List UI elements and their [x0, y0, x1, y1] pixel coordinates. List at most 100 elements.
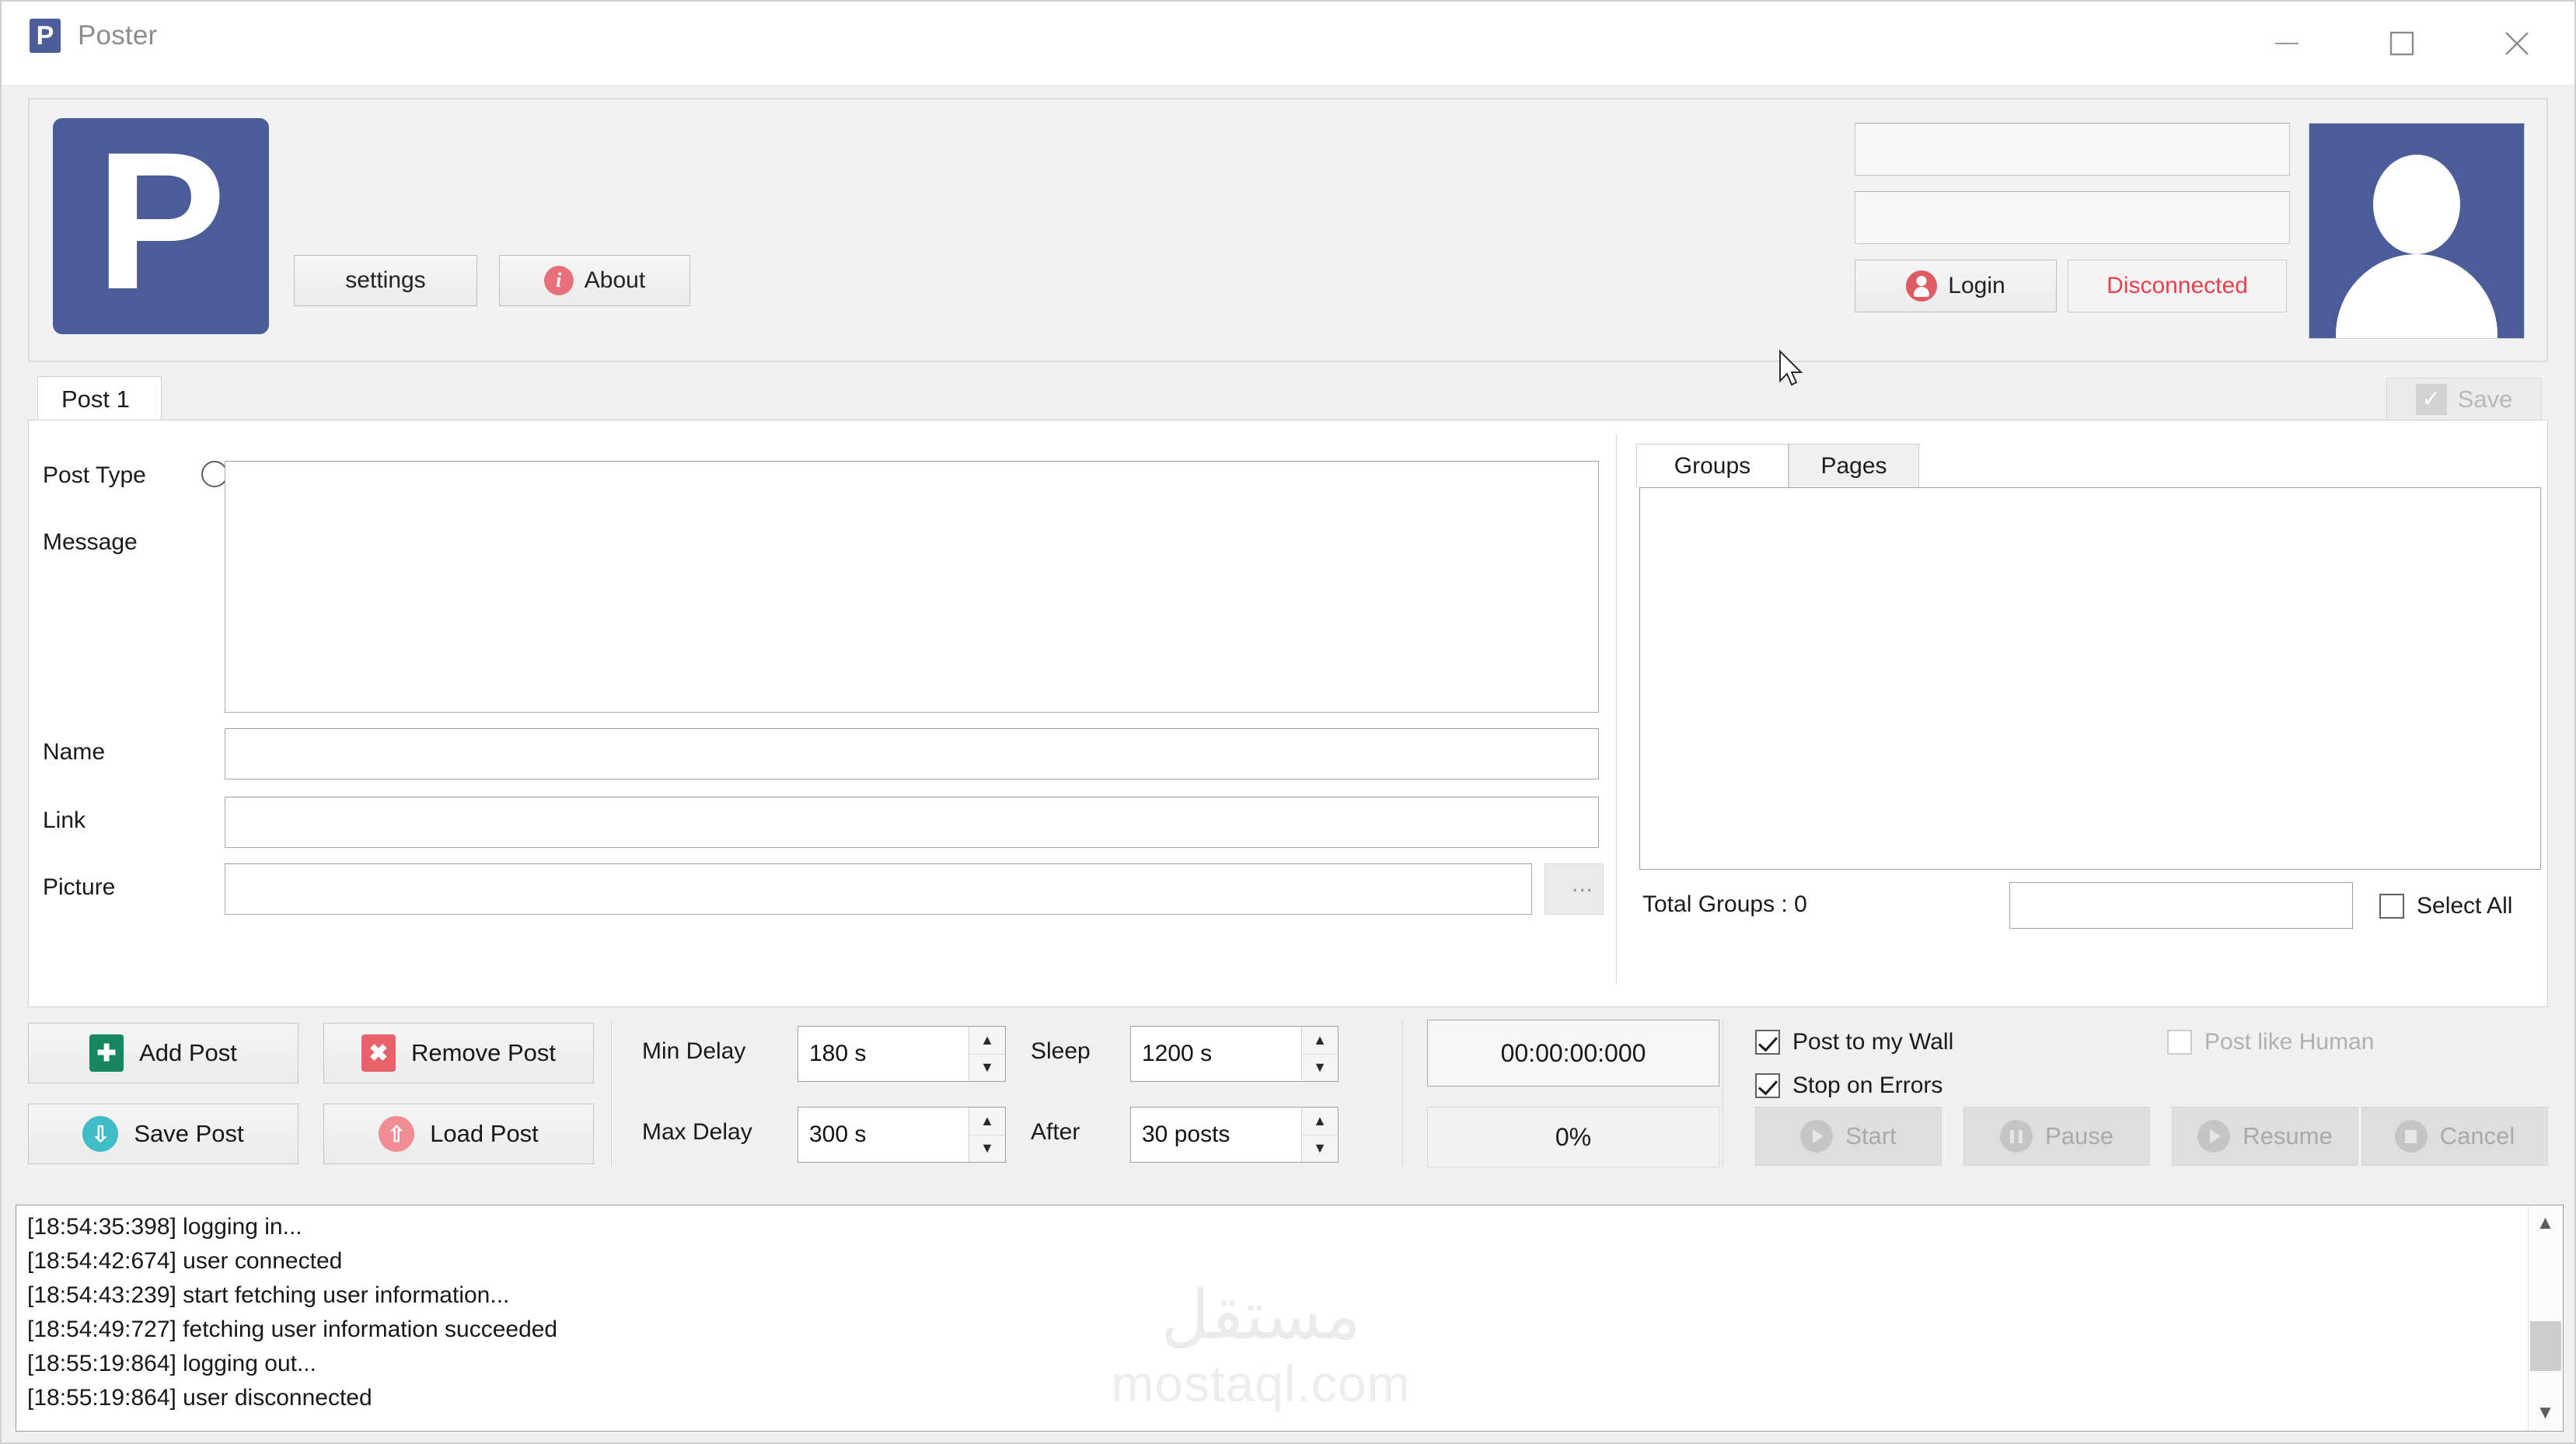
resume-label: Resume	[2243, 1122, 2332, 1150]
window-controls	[2229, 2, 2574, 85]
toolbar-divider	[1402, 1020, 1403, 1167]
chevron-down-icon[interactable]: ▼	[969, 1055, 1005, 1082]
app-icon: P	[30, 19, 61, 53]
checkbox-icon	[2167, 1030, 2192, 1055]
stop-on-errors-checkbox[interactable]: Stop on Errors	[1755, 1073, 1942, 1099]
start-label: Start	[1845, 1122, 1896, 1150]
chevron-down-icon[interactable]: ▼	[969, 1135, 1005, 1163]
elapsed-timer: 00:00:00:000	[1427, 1020, 1719, 1086]
load-post-label: Load Post	[430, 1120, 539, 1148]
tab-post-1-label: Post 1	[61, 385, 130, 413]
close-icon	[2502, 29, 2532, 58]
chevron-down-icon[interactable]: ▼	[1302, 1055, 1338, 1082]
log-output-panel[interactable]: [18:54:35:398] logging in... [18:54:42:6…	[16, 1205, 2564, 1432]
save-button[interactable]: ✓ Save	[2386, 378, 2542, 421]
app-logo: P	[53, 118, 269, 334]
pause-button[interactable]: Pause	[1963, 1107, 2150, 1166]
sleep-spin-buttons[interactable]: ▲ ▼	[1301, 1027, 1338, 1081]
close-button[interactable]	[2459, 2, 2574, 85]
check-icon: ✓	[2416, 384, 2447, 415]
minimize-button[interactable]	[2229, 2, 2344, 85]
total-groups-label: Total Groups : 0	[1642, 891, 1807, 918]
checkbox-icon	[2379, 894, 2404, 919]
max-delay-stepper[interactable]: 300 s ▲ ▼	[798, 1107, 1006, 1163]
after-spin-buttons[interactable]: ▲ ▼	[1301, 1107, 1338, 1162]
add-post-label: Add Post	[139, 1039, 237, 1067]
load-post-button[interactable]: ⇧ Load Post	[323, 1104, 594, 1164]
resume-button[interactable]: Resume	[2172, 1107, 2358, 1166]
remove-post-label: Remove Post	[411, 1039, 556, 1067]
login-button[interactable]: Login	[1855, 260, 2057, 312]
min-delay-stepper[interactable]: 180 s ▲ ▼	[798, 1026, 1006, 1082]
tab-pages[interactable]: Pages	[1789, 444, 1919, 487]
min-delay-value: 180 s	[798, 1041, 969, 1067]
post-tab-strip: Post 1 ✓ Save	[28, 376, 2548, 421]
login-button-label: Login	[1948, 273, 2005, 299]
avatar-body	[2336, 254, 2497, 339]
link-label: Link	[43, 807, 86, 834]
max-delay-label: Max Delay	[642, 1119, 752, 1146]
chevron-down-icon[interactable]: ▼	[2529, 1396, 2562, 1430]
min-delay-label: Min Delay	[642, 1038, 745, 1065]
plus-circle-icon: ✚	[89, 1034, 124, 1072]
groups-list[interactable]	[1639, 487, 2541, 870]
save-post-button[interactable]: ⇩ Save Post	[28, 1104, 298, 1164]
pause-icon	[2000, 1120, 2033, 1153]
log-text: [18:54:35:398] logging in... [18:54:42:6…	[27, 1210, 557, 1415]
header-panel: P settings i About Login Disconnected	[28, 98, 2548, 362]
groups-search-input[interactable]	[2009, 882, 2353, 929]
select-all-label: Select All	[2417, 893, 2512, 919]
title-bar-left: P Poster	[30, 19, 157, 53]
chevron-up-icon[interactable]: ▲	[969, 1027, 1005, 1055]
settings-button-label: settings	[345, 267, 425, 294]
picture-label: Picture	[43, 874, 115, 901]
radio-icon	[201, 461, 228, 487]
chevron-up-icon[interactable]: ▲	[1302, 1107, 1338, 1135]
tab-groups-label: Groups	[1674, 453, 1750, 480]
password-input[interactable]	[1855, 191, 2290, 244]
message-textarea[interactable]	[225, 461, 1599, 713]
app-icon-letter: P	[37, 23, 54, 49]
chevron-up-icon[interactable]: ▲	[1302, 1027, 1338, 1055]
message-label: Message	[43, 529, 138, 556]
browse-picture-button[interactable]: ...	[1545, 863, 1604, 915]
chevron-up-icon[interactable]: ▲	[2529, 1206, 2562, 1240]
checkbox-checked-icon	[1755, 1073, 1780, 1098]
post-editor-panel: Post Type Text Link Image Message Name L…	[28, 420, 2548, 1007]
post-to-wall-checkbox[interactable]: Post to my Wall	[1755, 1029, 1953, 1055]
sleep-value: 1200 s	[1131, 1041, 1301, 1067]
maximize-icon	[2389, 30, 2415, 57]
after-stepper[interactable]: 30 posts ▲ ▼	[1130, 1107, 1339, 1163]
name-input[interactable]	[225, 728, 1599, 780]
post-like-human-checkbox[interactable]: Post like Human	[2167, 1029, 2374, 1055]
tab-groups[interactable]: Groups	[1636, 444, 1789, 487]
start-button[interactable]: Start	[1755, 1107, 1942, 1166]
link-input[interactable]	[225, 797, 1599, 848]
download-icon: ⇩	[82, 1116, 118, 1152]
avatar-head	[2373, 155, 2460, 254]
chevron-down-icon[interactable]: ▼	[1302, 1135, 1338, 1163]
settings-button[interactable]: settings	[294, 255, 477, 306]
maximize-button[interactable]	[2344, 2, 2459, 85]
username-input[interactable]	[1855, 123, 2290, 176]
stop-icon	[2395, 1120, 2428, 1153]
scrollbar-thumb[interactable]	[2530, 1321, 2561, 1371]
max-delay-spin-buttons[interactable]: ▲ ▼	[969, 1107, 1005, 1162]
title-bar: P Poster	[2, 2, 2574, 85]
window-title: Poster	[78, 20, 157, 51]
tab-post-1[interactable]: Post 1	[37, 376, 162, 421]
chevron-up-icon[interactable]: ▲	[969, 1107, 1005, 1135]
cancel-button[interactable]: Cancel	[2361, 1107, 2548, 1166]
min-delay-spin-buttons[interactable]: ▲ ▼	[969, 1027, 1005, 1081]
select-all-checkbox[interactable]: Select All	[2379, 893, 2512, 919]
add-post-button[interactable]: ✚ Add Post	[28, 1023, 298, 1083]
about-button[interactable]: i About	[499, 255, 690, 306]
save-button-label: Save	[2458, 385, 2513, 413]
post-like-human-label: Post like Human	[2204, 1029, 2374, 1055]
remove-post-button[interactable]: ✖ Remove Post	[323, 1023, 594, 1083]
log-scrollbar[interactable]: ▲ ▼	[2528, 1206, 2562, 1430]
sleep-stepper[interactable]: 1200 s ▲ ▼	[1130, 1026, 1339, 1082]
picture-input[interactable]	[225, 863, 1532, 915]
resume-icon	[2197, 1120, 2230, 1153]
upload-icon: ⇧	[379, 1116, 414, 1152]
